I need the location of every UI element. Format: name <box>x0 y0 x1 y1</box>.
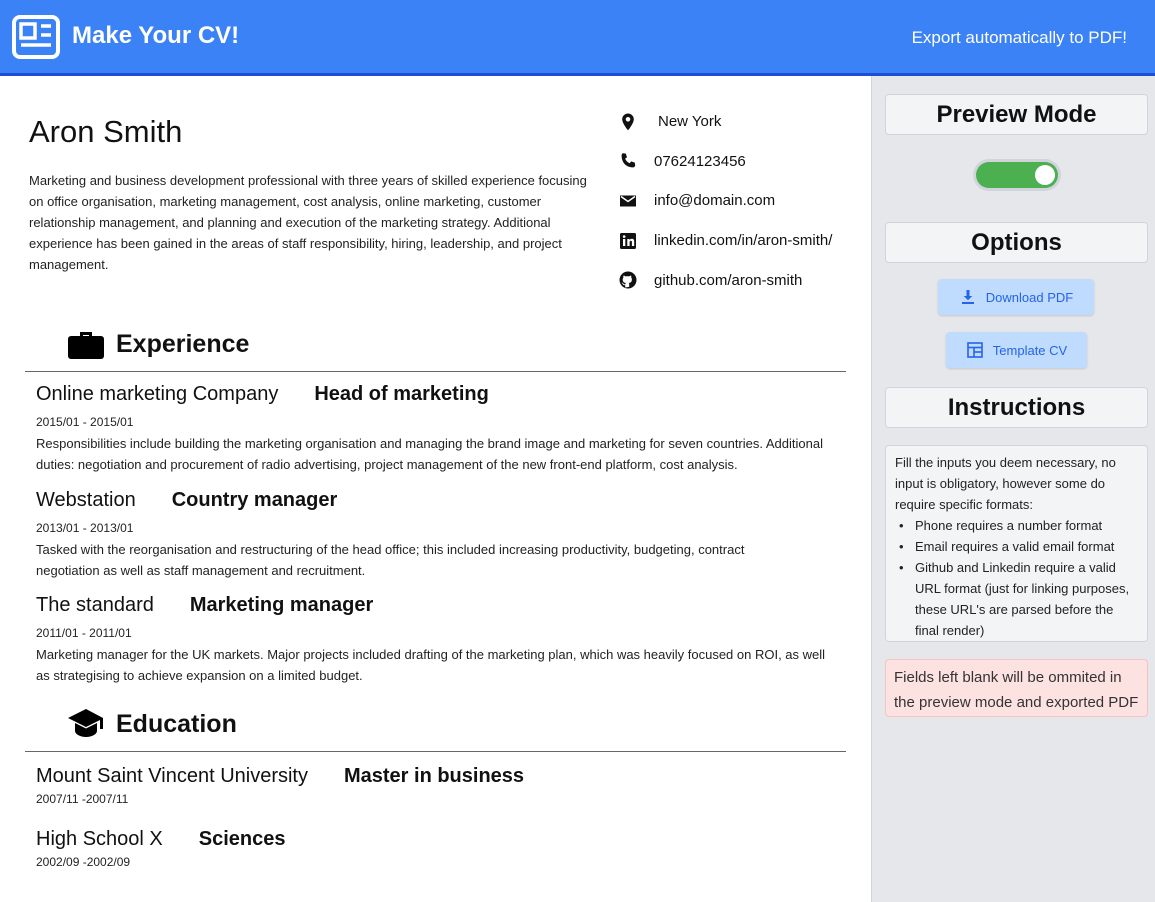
contact-email-text[interactable]: info@domain.com <box>654 192 775 209</box>
app-title: Make Your CV! <box>72 22 240 49</box>
download-pdf-button[interactable]: Download PDF <box>938 279 1094 315</box>
cv-preview: Aron Smith Marketing and business develo… <box>0 76 871 902</box>
experience-title: Experience <box>116 330 250 358</box>
education-entry: High School X Sciences 2002/09 -2002/09 <box>36 828 846 869</box>
experience-section-header: Experience <box>25 322 846 372</box>
github-icon <box>619 271 637 289</box>
education-section-header: Education <box>25 702 846 752</box>
instructions-list: Phone requires a number format Email req… <box>895 515 1138 641</box>
instructions-item: Phone requires a number format <box>895 515 1138 536</box>
phone-icon <box>621 153 636 168</box>
toggle-knob <box>1035 165 1055 185</box>
education-date: 2002/09 -2002/09 <box>36 855 131 869</box>
contact-linkedin: linkedin.com/in/aron-smith/ <box>618 221 868 261</box>
contact-email: info@domain.com <box>618 181 868 221</box>
contact-location: New York <box>618 102 868 142</box>
export-tagline: Export automatically to PDF! <box>911 28 1127 47</box>
experience-date: 2013/01 - 2013/01 <box>36 521 134 535</box>
experience-role: Country manager <box>171 489 338 511</box>
contact-phone: 07624123456 <box>618 142 868 182</box>
preview-mode-title: Preview Mode <box>885 94 1148 135</box>
blank-fields-warning: Fields left blank will be ommited in the… <box>885 659 1148 717</box>
contact-phone-text: 07624123456 <box>654 152 746 170</box>
instructions-item: Email requires a valid email format <box>895 536 1138 557</box>
experience-entry: Webstation Country manager 2013/01 - 201… <box>36 489 846 581</box>
education-degree: Master in business <box>343 765 525 787</box>
education-title: Education <box>116 710 237 738</box>
envelope-icon <box>620 195 636 207</box>
template-cv-label: Template CV <box>992 342 1068 358</box>
education-institution: Mount Saint Vincent University <box>36 765 308 787</box>
options-title: Options <box>885 222 1148 263</box>
experience-entry: Online marketing Company Head of marketi… <box>36 383 846 475</box>
template-cv-button[interactable]: Template CV <box>946 332 1087 368</box>
preview-mode-toggle[interactable] <box>973 159 1061 191</box>
graduation-cap-icon <box>68 709 103 737</box>
instructions-intro: Fill the inputs you deem necessary, no i… <box>895 455 1116 512</box>
experience-date: 2011/01 - 2011/01 <box>36 626 132 640</box>
location-pin-icon <box>622 113 634 131</box>
experience-role: Marketing manager <box>189 594 374 616</box>
education-institution: High School X <box>36 828 163 850</box>
template-icon <box>966 342 983 358</box>
contact-github-text[interactable]: github.com/aron-smith <box>654 272 802 289</box>
linkedin-icon <box>620 232 636 249</box>
contact-location-text: New York <box>658 113 722 131</box>
download-pdf-label: Download PDF <box>985 289 1074 305</box>
cv-name: Aron Smith <box>29 114 183 149</box>
education-entry: Mount Saint Vincent University Master in… <box>36 765 846 806</box>
sidebar: Preview Mode Options Download PDF Templa… <box>871 76 1155 902</box>
education-degree: Sciences <box>198 828 286 850</box>
experience-role: Head of marketing <box>314 383 489 405</box>
experience-entry: The standard Marketing manager 2011/01 -… <box>36 594 846 686</box>
briefcase-icon <box>68 332 104 359</box>
contact-linkedin-text[interactable]: linkedin.com/in/aron-smith/ <box>654 232 832 249</box>
instructions-title: Instructions <box>885 387 1148 428</box>
education-date: 2007/11 -2007/11 <box>36 792 129 806</box>
experience-company: Online marketing Company <box>36 383 279 405</box>
experience-company: Webstation <box>36 489 136 511</box>
contact-github: github.com/aron-smith <box>618 260 868 300</box>
experience-company: The standard <box>36 594 154 616</box>
instructions-item: Github and Linkedin require a valid URL … <box>895 557 1138 641</box>
experience-description: Responsibilities include building the ma… <box>36 436 823 472</box>
app-header: Make Your CV! Export automatically to PD… <box>0 0 1155 76</box>
download-icon <box>961 290 974 304</box>
newspaper-icon <box>12 15 60 59</box>
experience-date: 2015/01 - 2015/01 <box>36 415 134 429</box>
instructions-box: Fill the inputs you deem necessary, no i… <box>885 445 1148 642</box>
experience-description: Marketing manager for the UK markets. Ma… <box>36 647 826 683</box>
cv-summary: Marketing and business development profe… <box>29 173 587 272</box>
experience-description: Tasked with the reorganisation and restr… <box>36 542 745 578</box>
contact-list: New York 07624123456 info@domain.com lin… <box>618 102 868 300</box>
